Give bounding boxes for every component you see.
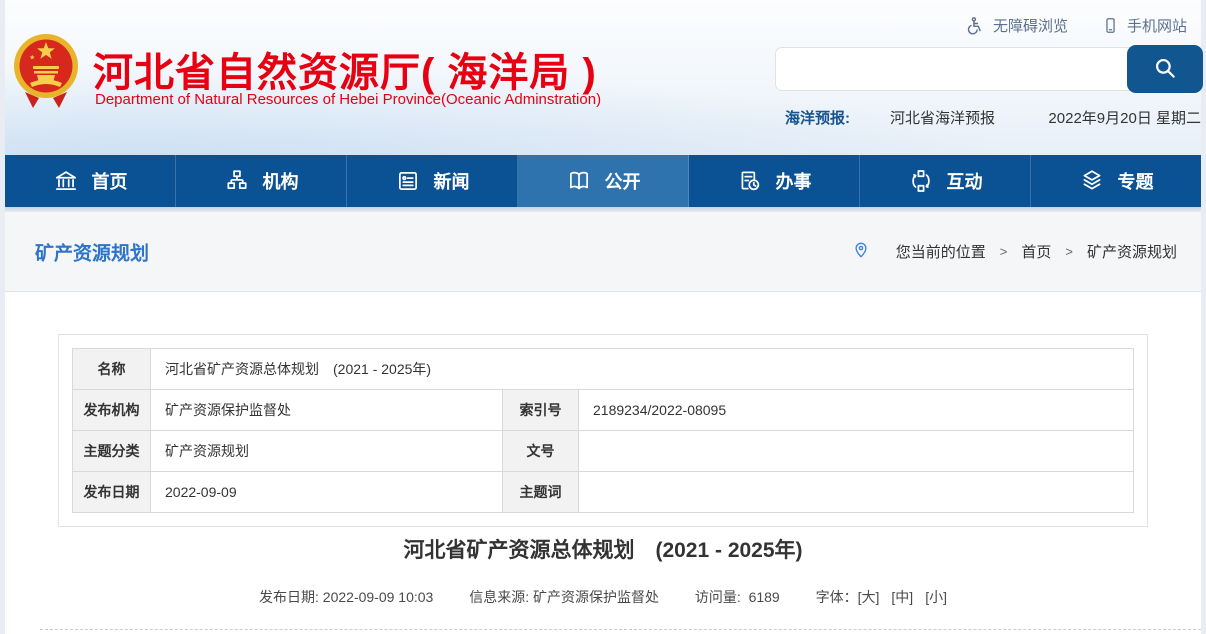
nav-item-interact[interactable]: 互动 (860, 155, 1031, 207)
font-size-small-button[interactable]: [小] (925, 589, 947, 605)
font-size-large-button[interactable]: [大] (858, 589, 880, 605)
article-title: 河北省矿产资源总体规划 (2021 - 2025年) (5, 534, 1201, 564)
utility-links: 无障碍浏览 手机网站 (966, 15, 1187, 36)
info-source: 信息来源: 矿产资源保护监督处 (469, 589, 659, 605)
site-subtitle: Department of Natural Resources of Hebei… (95, 91, 601, 108)
dashed-divider (40, 629, 1201, 630)
nav-item-topics[interactable]: 专题 (1031, 155, 1201, 207)
nav-label: 机构 (263, 168, 299, 194)
site-title: 河北省自然资源厅( 海洋局 ) (93, 40, 597, 98)
layers-icon (1079, 168, 1105, 194)
nav-label: 公开 (605, 168, 641, 194)
breadcrumb-separator: > (1065, 244, 1073, 259)
search-button[interactable] (1127, 45, 1203, 93)
nav-label: 首页 (92, 168, 128, 194)
nav-label: 互动 (947, 168, 983, 194)
forecast-link[interactable]: 河北省海洋预报 (890, 107, 995, 128)
nav-item-services[interactable]: 办事 (689, 155, 860, 207)
wheelchair-icon (966, 16, 985, 35)
field-value-publisher: 矿产资源保护监督处 (151, 390, 503, 431)
current-date: 2022年9月20日 星期二 (1048, 107, 1201, 128)
breadcrumb-home-link[interactable]: 首页 (1021, 241, 1051, 262)
breadcrumb-separator: > (1000, 244, 1008, 259)
field-value-docnum (579, 431, 1134, 472)
font-size-medium-button[interactable]: [中] (891, 589, 913, 605)
nav-item-org[interactable]: 机构 (176, 155, 347, 207)
field-label-index: 索引号 (503, 390, 579, 431)
org-chart-icon (224, 168, 250, 194)
field-label-pubdate: 发布日期 (73, 472, 151, 513)
field-label-category: 主题分类 (73, 431, 151, 472)
forecast-row: 海洋预报: 河北省海洋预报 2022年9月20日 星期二 (785, 107, 1201, 128)
nav-label: 新闻 (434, 168, 470, 194)
accessibility-link[interactable]: 无障碍浏览 (966, 15, 1068, 36)
page-container: 无障碍浏览 手机网站 (5, 0, 1201, 634)
search-icon (1152, 55, 1178, 84)
field-value-name: 河北省矿产资源总体规划 (2021 - 2025年) (151, 349, 1134, 390)
mobile-site-link[interactable]: 手机网站 (1102, 15, 1187, 36)
field-label-publisher: 发布机构 (73, 390, 151, 431)
national-emblem-logo (13, 28, 79, 114)
search-input[interactable] (775, 47, 1133, 91)
section-title: 矿产资源规划 (35, 238, 149, 265)
mobile-site-label: 手机网站 (1127, 15, 1187, 36)
document-info-table: 名称 河北省矿产资源总体规划 (2021 - 2025年) 发布机构 矿产资源保… (72, 348, 1134, 513)
visit-count: 访问量: 6189 (695, 589, 780, 605)
open-book-icon (566, 168, 592, 194)
field-value-keywords (579, 472, 1134, 513)
font-size-controls: 字体：[大][中][小] (816, 589, 947, 605)
breadcrumb-band: 矿产资源规划 您当前的位置 > 首页 > 矿产资源规划 (5, 212, 1201, 292)
table-row: 发布机构 矿产资源保护监督处 索引号 2189234/2022-08095 (73, 390, 1134, 431)
breadcrumb-location-label: 您当前的位置 (896, 241, 986, 262)
accessibility-label: 无障碍浏览 (993, 15, 1068, 36)
forecast-label: 海洋预报: (785, 107, 850, 128)
field-label-name: 名称 (73, 349, 151, 390)
field-label-docnum: 文号 (503, 431, 579, 472)
table-row: 发布日期 2022-09-09 主题词 (73, 472, 1134, 513)
news-icon (395, 168, 421, 194)
nav-item-public[interactable]: 公开 (518, 155, 689, 207)
nav-item-home[interactable]: 首页 (5, 155, 176, 207)
search-area (775, 45, 1203, 93)
info-table-wrapper: 名称 河北省矿产资源总体规划 (2021 - 2025年) 发布机构 矿产资源保… (58, 334, 1148, 527)
field-value-index: 2189234/2022-08095 (579, 390, 1134, 431)
breadcrumb-current: 矿产资源规划 (1087, 241, 1177, 262)
main-content: 名称 河北省矿产资源总体规划 (2021 - 2025年) 发布机构 矿产资源保… (5, 292, 1201, 634)
phone-icon (1102, 16, 1119, 35)
publish-date: 发布日期: 2022-09-09 10:03 (259, 589, 433, 605)
field-value-pubdate: 2022-09-09 (151, 472, 503, 513)
main-nav: 首页 机构 新闻 (5, 155, 1201, 207)
table-row: 主题分类 矿产资源规划 文号 (73, 431, 1134, 472)
table-row: 名称 河北省矿产资源总体规划 (2021 - 2025年) (73, 349, 1134, 390)
nav-label: 办事 (776, 168, 812, 194)
home-icon (53, 168, 79, 194)
nav-label: 专题 (1118, 168, 1154, 194)
article-meta: 发布日期: 2022-09-09 10:03 信息来源: 矿产资源保护监督处 访… (5, 587, 1201, 607)
site-header: 无障碍浏览 手机网站 (5, 0, 1201, 155)
breadcrumb: 您当前的位置 > 首页 > 矿产资源规划 (852, 240, 1177, 264)
interact-icon (908, 168, 934, 194)
doc-clock-icon (737, 168, 763, 194)
field-label-keywords: 主题词 (503, 472, 579, 513)
location-pin-icon (852, 240, 870, 264)
nav-item-news[interactable]: 新闻 (347, 155, 518, 207)
field-value-category: 矿产资源规划 (151, 431, 503, 472)
